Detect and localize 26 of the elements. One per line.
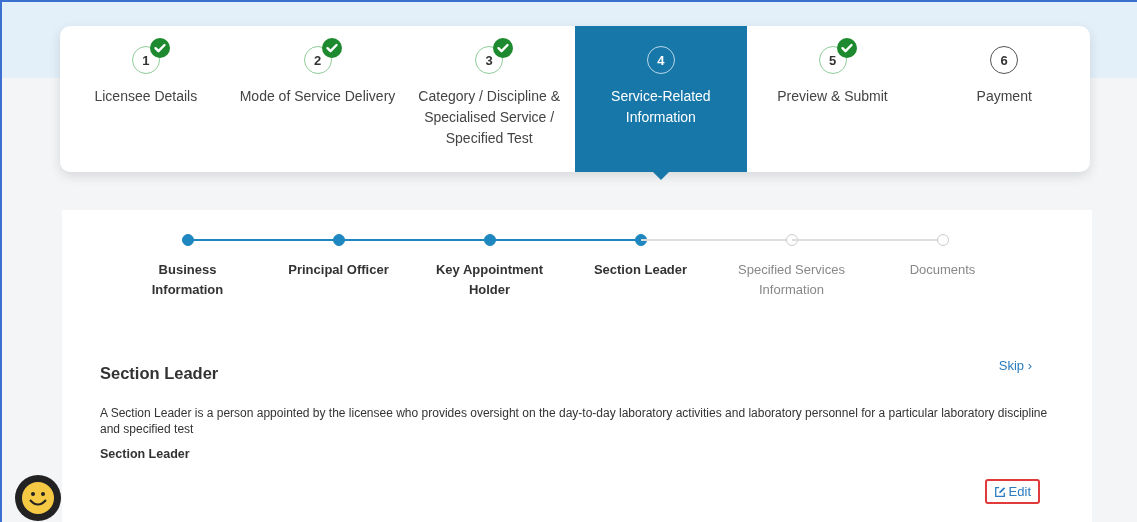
edit-button[interactable]: Edit [984,479,1040,504]
substep-label[interactable]: Specified Services Information [731,260,852,300]
step-tab[interactable]: 5 Preview & Submit [746,26,919,172]
skip-link[interactable]: Skip › [998,358,1032,373]
step-label: Service-Related Information [610,87,712,127]
step-label: Preview & Submit [776,87,889,106]
substep-label[interactable]: Key Appointment Holder [429,260,550,300]
section-title: Section Leader [100,364,219,383]
section-description: A Section Leader is a person appointed by the licensee who provides oversight on the day-to-day laboratory activities and laboratory personnel for a particular laboratory discipline and specified test [100,405,1049,437]
step-tab[interactable]: 2 Mode of Service Delivery [231,26,404,172]
section-subheading: Section Leader [100,447,191,461]
step-label: Mode of Service Delivery [238,87,397,106]
smiley-chat-button[interactable] [15,475,61,521]
pointer-arrow-icon [652,172,669,180]
step-tab[interactable]: 6 Payment [918,26,1091,172]
substep-label[interactable]: Section Leader [580,260,701,280]
step-label: Payment [975,87,1033,106]
step-tab[interactable]: 4 Service-Related Information [575,26,747,172]
step-label: Category / Discipline & Specialised Service / Specified Test [417,87,561,148]
substep-label[interactable]: Documents [882,260,1003,280]
step-tab[interactable]: 3 Category / Discipline & Specialised Service / Specified Test [403,26,575,172]
substep-label[interactable]: Business Information [127,260,248,300]
edit-icon [993,485,1006,498]
substep-label[interactable]: Principal Officer [278,260,399,280]
step-tab[interactable]: 1 Licensee Details [60,26,232,172]
step-label: Licensee Details [93,87,199,106]
